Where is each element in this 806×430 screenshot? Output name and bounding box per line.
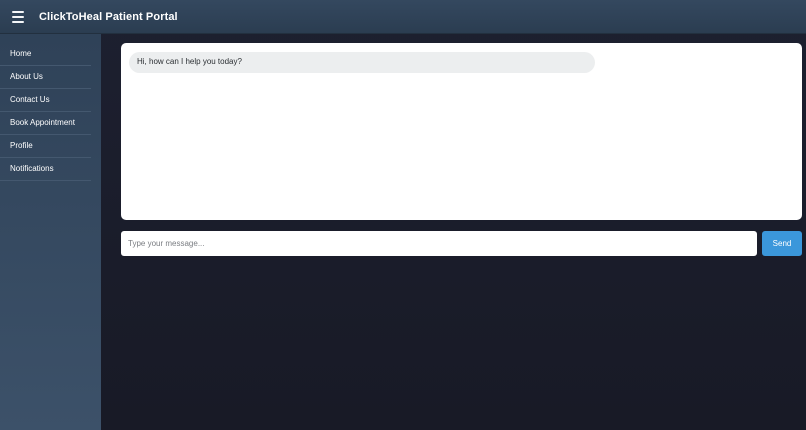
hamburger-menu-icon[interactable] — [12, 10, 26, 23]
send-button[interactable]: Send — [762, 231, 802, 256]
sidebar-item-profile[interactable]: Profile — [0, 135, 91, 158]
app-title: ClickToHeal Patient Portal — [39, 10, 178, 23]
sidebar: Home About Us Contact Us Book Appointmen… — [0, 34, 101, 430]
menu-bar-line — [12, 10, 24, 13]
message-composer: Send — [121, 231, 802, 256]
sidebar-item-contact-us[interactable]: Contact Us — [0, 89, 91, 112]
bot-message-bubble: Hi, how can I help you today? — [129, 52, 595, 73]
sidebar-item-book-appointment[interactable]: Book Appointment — [0, 112, 91, 135]
menu-bar-line — [12, 20, 24, 23]
menu-bar-line — [12, 15, 24, 18]
sidebar-item-home[interactable]: Home — [0, 43, 91, 66]
main-content: Hi, how can I help you today? Send — [101, 34, 806, 430]
chat-window: Hi, how can I help you today? — [121, 43, 802, 220]
message-input[interactable] — [121, 231, 757, 256]
sidebar-item-notifications[interactable]: Notifications — [0, 158, 91, 181]
sidebar-item-about-us[interactable]: About Us — [0, 66, 91, 89]
app-root: ClickToHeal Patient Portal Home About Us… — [0, 0, 806, 430]
top-bar: ClickToHeal Patient Portal — [0, 0, 806, 34]
